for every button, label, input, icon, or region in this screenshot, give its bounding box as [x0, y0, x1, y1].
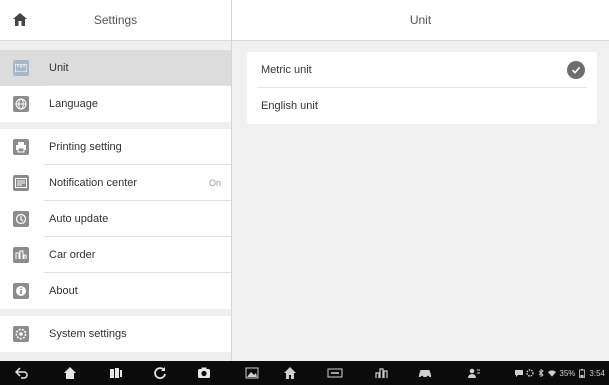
settings-group-1: Unit Language: [0, 50, 231, 122]
sidebar-item-label: Language: [49, 98, 98, 110]
sidebar-item-label: Printing setting: [49, 141, 122, 153]
content-header: Unit: [232, 0, 609, 41]
sidebar-item-label: Unit: [49, 62, 69, 74]
sidebar-item-label: About: [49, 285, 78, 297]
sidebar-item-label: System settings: [49, 328, 127, 340]
sidebar-header: Settings: [0, 0, 231, 41]
remote-expert-icon[interactable]: [466, 365, 482, 381]
message-icon: [13, 175, 29, 191]
refresh-icon[interactable]: [152, 365, 168, 381]
page-title: Unit: [409, 13, 432, 27]
option-metric-unit[interactable]: Metric unit: [247, 52, 597, 88]
sidebar-item-label: Car order: [49, 249, 96, 261]
settings-app: Settings Unit Language Printing setting …: [0, 0, 609, 361]
message-icon: [515, 369, 524, 377]
vci-icon[interactable]: [327, 365, 343, 381]
sidebar-item-about[interactable]: About: [0, 273, 231, 309]
recent-apps-icon[interactable]: [108, 365, 124, 381]
car-order-icon: [13, 247, 29, 263]
sidebar-item-printing-setting[interactable]: Printing setting: [0, 129, 231, 165]
sidebar-item-label: Auto update: [49, 213, 109, 225]
option-label: English unit: [261, 100, 318, 112]
wifi-icon: [548, 369, 557, 377]
sidebar-item-unit[interactable]: Unit: [0, 50, 231, 86]
home-icon[interactable]: [282, 365, 298, 381]
sidebar-item-car-order[interactable]: Car order: [0, 237, 231, 273]
update-icon: [13, 211, 29, 227]
sidebar-item-system-settings[interactable]: System settings: [0, 316, 231, 352]
unit-icon: [13, 60, 29, 76]
status-bar: 35% 3:54: [515, 361, 605, 385]
settings-group-3: System settings: [0, 316, 231, 352]
home-icon[interactable]: [62, 365, 78, 381]
diagnostics-icon[interactable]: [374, 365, 390, 381]
settings-group-2: Printing setting Notification center On …: [0, 129, 231, 309]
printer-icon: [13, 139, 29, 155]
option-english-unit[interactable]: English unit: [247, 88, 597, 124]
sidebar-item-label: Notification center: [49, 177, 138, 189]
sidebar-title: Settings: [93, 13, 138, 27]
gallery-icon[interactable]: [244, 365, 260, 381]
back-icon[interactable]: [14, 365, 30, 381]
camera-icon[interactable]: [196, 365, 212, 381]
option-label: Metric unit: [261, 64, 312, 76]
system-navigation-bar: 35% 3:54: [0, 361, 609, 385]
settings-sidebar: Settings Unit Language Printing setting …: [0, 0, 232, 361]
sidebar-item-notification-center[interactable]: Notification center On: [0, 165, 231, 201]
sidebar-item-language[interactable]: Language: [0, 86, 231, 122]
sidebar-item-auto-update[interactable]: Auto update: [0, 201, 231, 237]
unit-options-card: Metric unit English unit: [247, 52, 597, 124]
bluetooth-icon: [537, 369, 545, 377]
car-icon[interactable]: [417, 365, 433, 381]
info-icon: [13, 283, 29, 299]
checkmark-icon: [567, 61, 585, 79]
battery-level: 35%: [559, 368, 576, 378]
gear-icon: [526, 369, 535, 377]
gear-icon: [13, 326, 29, 342]
clock: 3:54: [589, 368, 605, 378]
battery-icon: [578, 368, 586, 378]
notification-status: On: [208, 178, 221, 188]
globe-icon: [13, 96, 29, 112]
